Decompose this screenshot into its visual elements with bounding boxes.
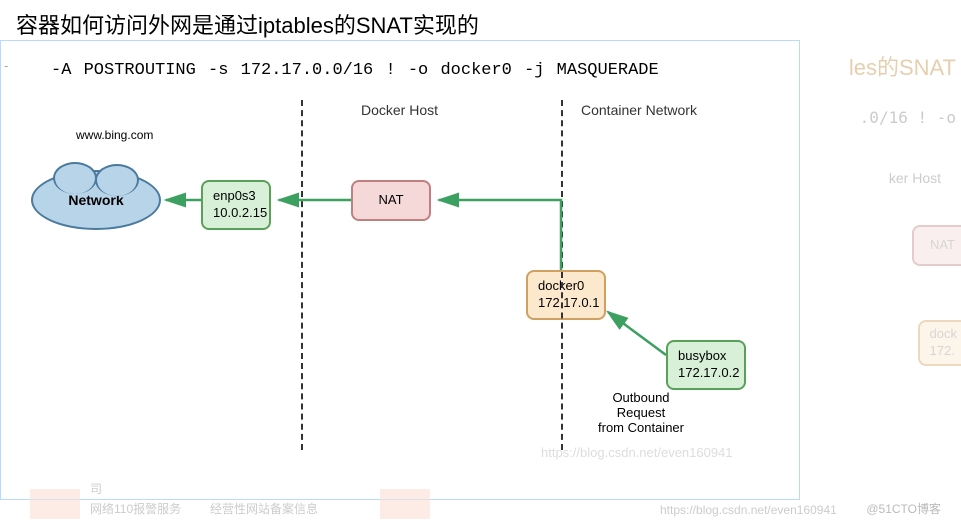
watermark-csdn-1: https://blog.csdn.net/even160941 — [541, 445, 733, 460]
divider-1 — [301, 100, 303, 450]
external-site-label: www.bing.com — [76, 128, 153, 142]
ghost-num-1: - — [4, 58, 8, 73]
ghost-docker0-name: dock — [930, 326, 957, 343]
ghost-cmd-frag: .0/16 ! -o — [860, 108, 956, 127]
outbound-caption: Outbound Request from Container — [581, 390, 701, 435]
section-container-network: Container Network — [581, 102, 697, 118]
node-docker0-name: docker0 — [538, 278, 594, 295]
network-cloud: Network — [31, 170, 181, 230]
node-enp0s3-name: enp0s3 — [213, 188, 259, 205]
section-docker-host: Docker Host — [361, 102, 438, 118]
watermark-csdn-2: https://blog.csdn.net/even160941 — [660, 503, 837, 517]
footer-txt-1: 司 — [90, 480, 102, 497]
node-busybox: busybox 172.17.0.2 — [666, 340, 746, 390]
divider-2 — [561, 100, 563, 450]
footer-txt-3: 经营性网站备案信息 — [210, 500, 318, 517]
footer-block-2 — [380, 489, 430, 519]
diagram-container: -A POSTROUTING -s 172.17.0.0/16 ! -o doc… — [0, 40, 800, 500]
arrow-docker0-nat — [439, 200, 561, 270]
node-enp0s3-ip: 10.0.2.15 — [213, 205, 259, 222]
arrow-busybox-docker0 — [608, 312, 666, 355]
node-enp0s3: enp0s3 10.0.2.15 — [201, 180, 271, 230]
footer-txt-2: 网络110报警服务 — [90, 500, 181, 517]
ghost-nat-box: NAT — [912, 225, 961, 266]
ghost-title-frag: les的SNAT — [849, 50, 956, 82]
node-docker0-ip: 172.17.0.1 — [538, 295, 594, 312]
node-busybox-name: busybox — [678, 348, 734, 365]
ghost-docker0-box: dock 172. — [918, 320, 961, 366]
node-nat: NAT — [351, 180, 431, 221]
iptables-command: -A POSTROUTING -s 172.17.0.0/16 ! -o doc… — [51, 61, 799, 80]
node-docker0: docker0 172.17.0.1 — [526, 270, 606, 320]
footer-block-1 — [30, 489, 80, 519]
ghost-nat-label: NAT — [930, 237, 955, 252]
network-diagram: Docker Host Container Network www.bing.c… — [1, 90, 799, 470]
ghost-host-frag: ker Host — [889, 170, 941, 186]
node-busybox-ip: 172.17.0.2 — [678, 365, 734, 382]
ghost-docker0-ip: 172. — [930, 343, 957, 360]
node-nat-name: NAT — [363, 192, 419, 209]
cloud-label: Network — [68, 192, 123, 208]
watermark-51cto: @51CTO博客 — [866, 500, 941, 517]
